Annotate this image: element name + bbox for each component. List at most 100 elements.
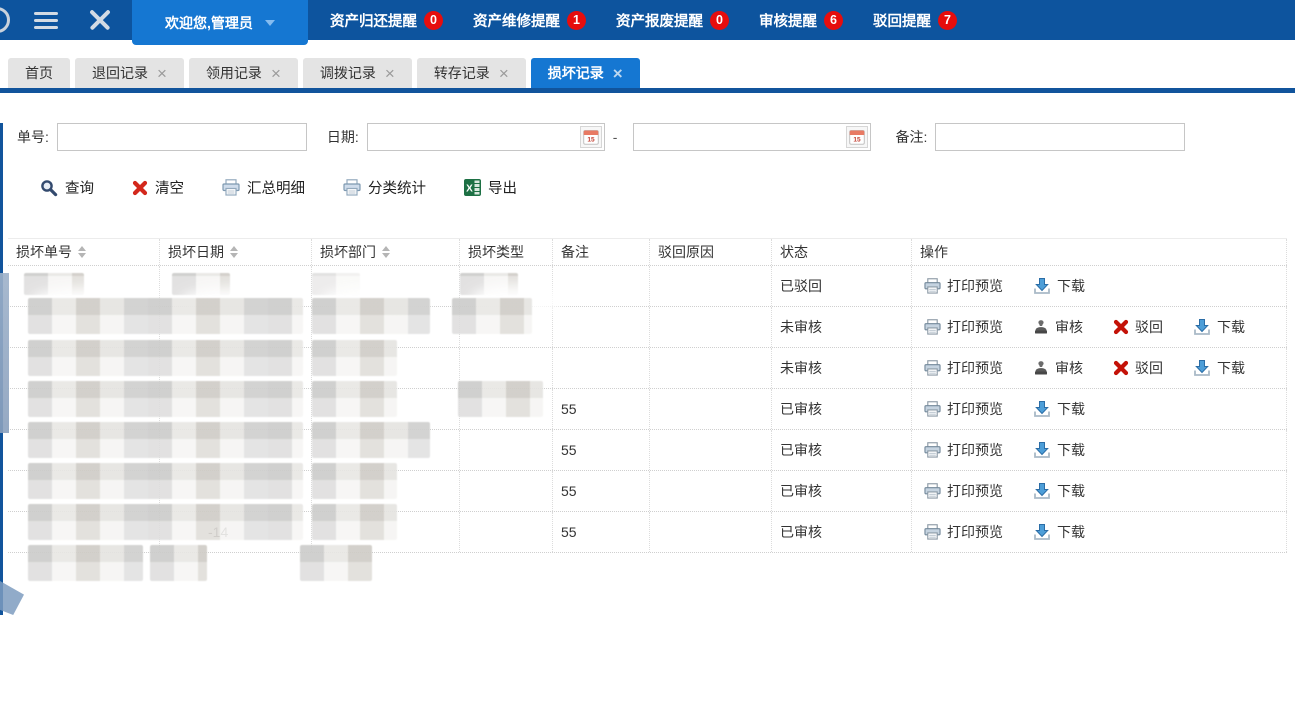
dept-cell	[312, 389, 460, 429]
print-preview-action[interactable]: 打印预览	[924, 399, 1003, 419]
table-row: 未审核 打印预览 审核 驳回	[8, 348, 1287, 389]
tab-storage-records[interactable]: 转存记录 ×	[417, 58, 526, 88]
download-action[interactable]: 下载	[1033, 276, 1085, 296]
welcome-user-button[interactable]: 欢迎您,管理员	[132, 0, 308, 45]
print-preview-action[interactable]: 打印预览	[924, 358, 1003, 378]
download-action[interactable]: 下载	[1033, 440, 1085, 460]
reminder-label: 资产归还提醒	[330, 10, 417, 31]
dept-cell	[312, 512, 460, 552]
column-header-reject-reason: 驳回原因	[650, 239, 772, 265]
logo-icon	[0, 7, 10, 33]
sort-icon	[230, 246, 238, 259]
tab-damage-records[interactable]: 损坏记录 ×	[531, 58, 640, 88]
download-action[interactable]: 下载	[1193, 317, 1245, 337]
audit-reminder[interactable]: 审核提醒 6	[759, 10, 843, 31]
tab-home[interactable]: 首页	[8, 58, 70, 88]
audit-action[interactable]: 审核	[1033, 317, 1083, 337]
reminder-label: 资产报废提醒	[616, 10, 703, 31]
print-preview-action[interactable]: 打印预览	[924, 276, 1003, 296]
tab-requisition-records[interactable]: 领用记录 ×	[189, 58, 298, 88]
reject-action[interactable]: 驳回	[1113, 358, 1163, 378]
date-from-calendar-button[interactable]: 15	[580, 126, 602, 148]
tab-close-icon[interactable]: ×	[271, 65, 281, 82]
category-stats-button[interactable]: 分类统计	[343, 177, 426, 198]
date-cell	[160, 389, 312, 429]
status-cell: 已审核	[772, 430, 912, 470]
hamburger-menu-icon[interactable]	[34, 12, 58, 29]
chevron-down-icon	[265, 20, 275, 26]
svg-text:15: 15	[587, 137, 595, 144]
tab-close-icon[interactable]: ×	[385, 65, 395, 82]
column-header-status: 状态	[772, 239, 912, 265]
dept-cell	[312, 266, 460, 306]
reminder-label: 驳回提醒	[873, 10, 931, 31]
date-to-calendar-button[interactable]: 15	[846, 126, 868, 148]
summary-detail-button[interactable]: 汇总明细	[222, 177, 305, 198]
print-preview-action[interactable]: 打印预览	[924, 440, 1003, 460]
download-action[interactable]: 下载	[1033, 481, 1085, 501]
download-action[interactable]: 下载	[1193, 358, 1245, 378]
download-arrow-icon	[1033, 277, 1051, 295]
tab-close-icon[interactable]: ×	[613, 65, 623, 82]
type-cell	[460, 348, 553, 388]
type-cell	[460, 307, 553, 347]
column-header-damage-dept[interactable]: 损坏部门	[312, 239, 460, 265]
asset-repair-reminder[interactable]: 资产维修提醒 1	[473, 10, 586, 31]
asset-scrap-reminder[interactable]: 资产报废提醒 0	[616, 10, 729, 31]
censor-block	[0, 581, 24, 615]
date-cell	[160, 348, 312, 388]
date-cell	[160, 307, 312, 347]
print-preview-action[interactable]: 打印预览	[924, 481, 1003, 501]
remark-label: 备注:	[895, 127, 927, 147]
notification-group: 资产归还提醒 0 资产维修提醒 1 资产报废提醒 0 审核提醒 6 驳回提醒 7	[330, 10, 957, 31]
order-number-label: 单号:	[17, 127, 49, 147]
dept-cell	[312, 348, 460, 388]
date-from-input[interactable]	[367, 123, 605, 151]
reject-action[interactable]: 驳回	[1113, 317, 1163, 337]
tab-transfer-records[interactable]: 调拨记录 ×	[303, 58, 412, 88]
date-to-input[interactable]	[633, 123, 871, 151]
query-button[interactable]: 查询	[40, 177, 94, 198]
order-no-cell	[8, 389, 160, 429]
order-no-cell	[8, 348, 160, 388]
tab-close-icon[interactable]: ×	[499, 65, 509, 82]
print-preview-action[interactable]: 打印预览	[924, 317, 1003, 337]
column-header-damage-date[interactable]: 损坏日期	[160, 239, 312, 265]
actions-cell: 打印预览 下载	[912, 512, 1287, 552]
tab-close-icon[interactable]: ×	[157, 65, 167, 82]
asset-return-reminder[interactable]: 资产归还提醒 0	[330, 10, 443, 31]
column-header-actions: 操作	[912, 239, 1287, 265]
printer-icon	[222, 179, 240, 196]
reject-reason-cell	[650, 348, 772, 388]
audit-action[interactable]: 审核	[1033, 358, 1083, 378]
printer-icon	[924, 524, 941, 540]
count-badge: 6	[824, 11, 843, 30]
remark-cell	[553, 348, 650, 388]
order-number-input[interactable]	[57, 123, 307, 151]
export-button[interactable]: X 导出	[464, 177, 517, 198]
actions-cell: 打印预览 下载	[912, 430, 1287, 470]
column-header-damage-order-no[interactable]: 损坏单号	[8, 239, 160, 265]
calendar-icon: 15	[583, 129, 599, 145]
download-arrow-icon	[1033, 523, 1051, 541]
download-action[interactable]: 下载	[1033, 399, 1085, 419]
remark-cell: 55	[553, 430, 650, 470]
reject-reason-cell	[650, 471, 772, 511]
download-action[interactable]: 下载	[1033, 522, 1085, 542]
dept-cell	[312, 430, 460, 470]
print-preview-action[interactable]: 打印预览	[924, 522, 1003, 542]
date-cell	[160, 430, 312, 470]
tab-return-records[interactable]: 退回记录 ×	[75, 58, 184, 88]
remark-input[interactable]	[935, 123, 1185, 151]
close-icon[interactable]	[88, 8, 112, 32]
clear-button[interactable]: 清空	[132, 177, 184, 198]
printer-icon	[924, 442, 941, 458]
type-cell	[460, 471, 553, 511]
column-header-remark: 备注	[553, 239, 650, 265]
tab-label: 损坏记录	[548, 63, 604, 83]
order-no-cell	[8, 430, 160, 470]
table-row: 55 已审核 打印预览 下载	[8, 471, 1287, 512]
table-row: 已驳回 打印预览 下载	[8, 266, 1287, 307]
reject-reminder[interactable]: 驳回提醒 7	[873, 10, 957, 31]
download-arrow-icon	[1193, 318, 1211, 336]
